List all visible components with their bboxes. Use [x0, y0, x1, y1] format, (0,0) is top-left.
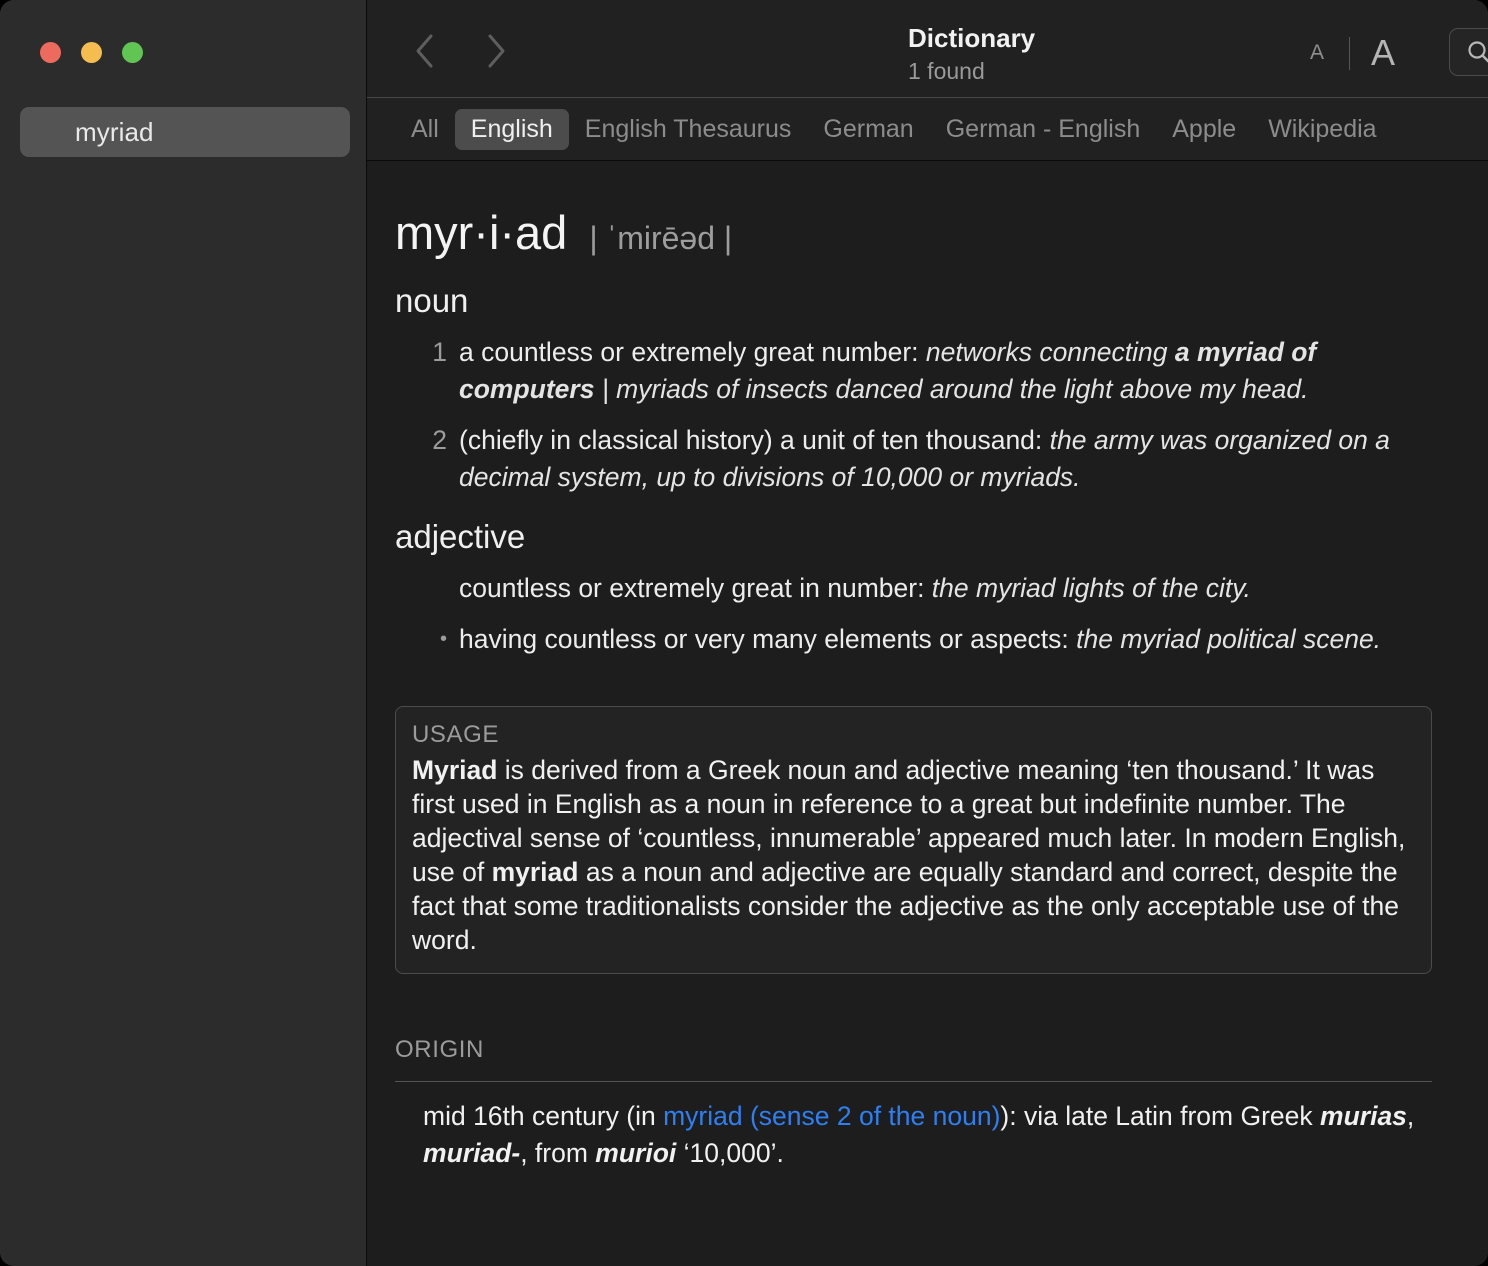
definition-content: myr·i·ad | ˈmirēəd | noun 1 a countless …: [367, 161, 1488, 1266]
sense-body: having countless or very many elements o…: [459, 621, 1458, 658]
usage-lead-word: Myriad: [412, 755, 497, 785]
origin-sep-1: ,: [1407, 1101, 1414, 1131]
tab-english[interactable]: English: [455, 109, 569, 150]
origin-sense-link[interactable]: myriad (sense 2 of the noun): [663, 1101, 1000, 1131]
headword: myr·i·ad: [395, 205, 567, 260]
tab-wikipedia[interactable]: Wikipedia: [1252, 109, 1392, 150]
origin-post: ): via late Latin from Greek: [1000, 1101, 1320, 1131]
back-button[interactable]: [407, 28, 441, 74]
search-field[interactable]: myriad: [1449, 28, 1488, 76]
origin-divider: [395, 1081, 1432, 1082]
tab-all[interactable]: All: [395, 109, 455, 150]
close-window-button[interactable]: [40, 42, 61, 63]
example-pre: networks connecting: [926, 337, 1175, 367]
origin-sep-2: , from: [520, 1138, 595, 1168]
tab-german-english[interactable]: German - English: [930, 109, 1157, 150]
origin-tail: ‘10,000’.: [676, 1138, 784, 1168]
minimize-window-button[interactable]: [81, 42, 102, 63]
sidebar-item-myriad[interactable]: myriad: [20, 107, 350, 157]
sense-adjective-1: countless or extremely great in number: …: [395, 570, 1458, 607]
chevron-right-icon: [485, 33, 507, 69]
sidebar: myriad: [0, 0, 367, 1266]
title-block: Dictionary 1 found: [908, 22, 1035, 86]
dictionary-source-tabs: All English English Thesaurus German Ger…: [367, 98, 1488, 161]
usage-text: Myriad is derived from a Greek noun and …: [412, 753, 1415, 957]
sense-adjective-2: • having countless or very many elements…: [395, 621, 1458, 658]
sense-body: countless or extremely great in number: …: [459, 570, 1458, 607]
sidebar-item-label: myriad: [75, 117, 154, 148]
origin-latin-3: murioi: [595, 1138, 676, 1168]
sense-noun-1: 1 a countless or extremely great number:…: [395, 334, 1458, 408]
sense-definition: (chiefly in classical history) a unit of…: [459, 425, 1050, 455]
origin-latin-1: murias: [1320, 1101, 1407, 1131]
sense-example: the myriad political scene.: [1076, 624, 1381, 654]
navigation-arrows: [407, 28, 513, 74]
sense-definition: having countless or very many elements o…: [459, 624, 1076, 654]
tab-english-thesaurus[interactable]: English Thesaurus: [569, 109, 808, 150]
sense-body: a countless or extremely great number: n…: [459, 334, 1458, 408]
forward-button[interactable]: [479, 28, 513, 74]
part-of-speech-noun: noun: [395, 282, 1458, 320]
usage-label: USAGE: [412, 721, 1415, 749]
decrease-font-size-button[interactable]: A: [1299, 41, 1335, 65]
sense-definition: a countless or extremely great number:: [459, 337, 926, 367]
tab-apple[interactable]: Apple: [1156, 109, 1252, 150]
pronunciation: | ˈmirēəd |: [589, 220, 732, 257]
origin-pre: mid 16th century (in: [423, 1101, 663, 1131]
origin-latin-2: muriad-: [423, 1138, 520, 1168]
font-size-divider: [1349, 37, 1350, 70]
sense-body: (chiefly in classical history) a unit of…: [459, 422, 1458, 496]
origin-label: ORIGIN: [395, 1036, 1458, 1064]
sense-noun-2: 2 (chiefly in classical history) a unit …: [395, 422, 1458, 496]
bullet-icon: •: [423, 621, 447, 658]
sidebar-search-history-list: myriad: [20, 107, 350, 157]
traffic-lights: [40, 42, 143, 63]
result-count: 1 found: [908, 56, 1035, 86]
maximize-window-button[interactable]: [122, 42, 143, 63]
usage-mid-word: myriad: [492, 857, 579, 887]
headword-row: myr·i·ad | ˈmirēəd |: [395, 205, 1458, 260]
font-size-controls: A A: [1299, 30, 1402, 76]
sense-number: 2: [423, 422, 447, 496]
search-icon: [1466, 39, 1488, 65]
toolbar: Dictionary 1 found A A myriad: [367, 0, 1488, 98]
tab-german[interactable]: German: [807, 109, 929, 150]
example-post: | myriads of insects danced around the l…: [594, 374, 1308, 404]
dictionary-window: myriad Dictionary 1 f: [0, 0, 1488, 1266]
usage-note-box: USAGE Myriad is derived from a Greek nou…: [395, 706, 1432, 974]
main-panel: Dictionary 1 found A A myriad: [367, 0, 1488, 1266]
chevron-left-icon: [413, 33, 435, 69]
sense-example: the myriad lights of the city.: [932, 573, 1251, 603]
page-title: Dictionary: [908, 22, 1035, 54]
increase-font-size-button[interactable]: A: [1364, 34, 1402, 72]
part-of-speech-adjective: adjective: [395, 518, 1458, 556]
sense-definition: countless or extremely great in number:: [459, 573, 932, 603]
origin-text: mid 16th century (in myriad (sense 2 of …: [395, 1098, 1458, 1172]
sense-number: 1: [423, 334, 447, 408]
